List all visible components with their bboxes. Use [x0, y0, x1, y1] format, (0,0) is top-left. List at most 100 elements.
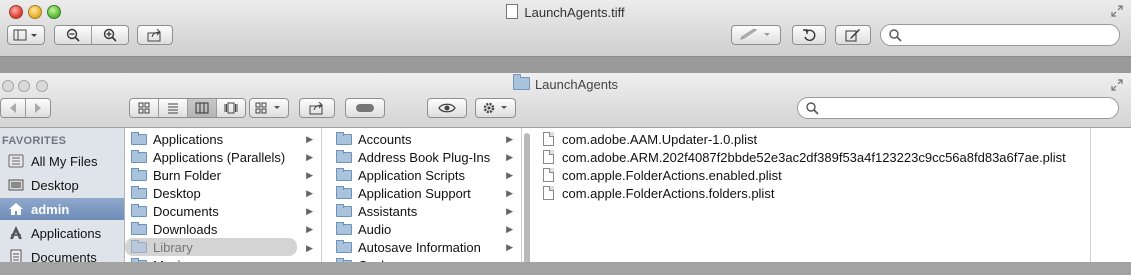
disclosure-arrow-icon: ▶	[506, 223, 513, 234]
list-item[interactable]: Audio ▶	[330, 220, 521, 238]
disclosure-arrow-icon: ▶	[506, 205, 513, 216]
finder-share-button[interactable]	[299, 98, 335, 118]
list-item[interactable]: Applications (Parallels) ▶	[125, 148, 321, 166]
finder-window-title: LaunchAgents	[0, 74, 1131, 92]
list-item[interactable]: com.adobe.AAM.Updater-1.0.plist	[537, 130, 1090, 148]
sidebar-item-desktop[interactable]: Desktop	[0, 174, 124, 196]
finder-search-field[interactable]	[797, 97, 1119, 119]
pencil-icon	[740, 29, 770, 40]
folder-icon	[336, 149, 352, 163]
tag-icon	[356, 104, 374, 112]
disclosure-arrow-icon: ▶	[506, 133, 513, 144]
column-launchagents: com.adobe.AAM.Updater-1.0.plist com.adob…	[537, 128, 1091, 275]
finder-search-icon	[806, 102, 819, 115]
column-view-button[interactable]	[188, 99, 217, 117]
annotate-button[interactable]	[731, 25, 781, 45]
list-view-button[interactable]	[159, 99, 188, 117]
list-item[interactable]: Autosave Information ▶	[330, 238, 521, 256]
disclosure-arrow-icon: ▶	[306, 187, 313, 198]
zoom-out-icon	[66, 28, 80, 42]
item-label: Desktop	[153, 185, 201, 201]
zoom-control[interactable]	[54, 25, 129, 45]
cover-flow-button[interactable]	[217, 99, 245, 117]
share-icon	[147, 28, 161, 41]
list-item[interactable]: Applications ▶	[125, 130, 321, 148]
list-item[interactable]: Accounts ▶	[330, 130, 521, 148]
window-bottom-edge	[0, 262, 1131, 275]
search-icon	[889, 29, 902, 42]
folder-icon	[336, 239, 352, 253]
forward-button[interactable]	[26, 99, 50, 117]
back-button[interactable]	[1, 99, 26, 117]
arrange-button[interactable]	[249, 98, 289, 118]
sidebar-item-all-my-files[interactable]: All My Files	[0, 150, 124, 172]
item-label: com.apple.FolderActions.enabled.plist	[562, 167, 782, 183]
list-item-selected[interactable]: Library	[125, 238, 297, 256]
finder-sidebar: FAVORITES All My Files Desktop admin App…	[0, 128, 125, 275]
sidebar-item-applications[interactable]: Applications	[0, 222, 124, 244]
preview-search-field[interactable]	[880, 24, 1120, 46]
preview-window-toolbar: LaunchAgents.tiff	[0, 0, 1131, 57]
list-item[interactable]: Downloads ▶	[125, 220, 321, 238]
forward-arrow-icon	[35, 103, 41, 113]
finder-fullscreen-icon[interactable]	[1111, 79, 1123, 91]
edit-tags-button[interactable]	[345, 98, 385, 118]
arrange-icon	[255, 102, 280, 114]
sidebar-item-admin[interactable]: admin	[0, 198, 124, 220]
plist-file-icon	[543, 150, 554, 164]
applications-icon	[7, 225, 25, 241]
icon-view-button[interactable]	[130, 99, 159, 117]
list-item[interactable]: Desktop ▶	[125, 184, 321, 202]
folder-icon	[131, 131, 147, 145]
folder-icon	[131, 221, 147, 235]
column-scrollbar[interactable]	[524, 133, 530, 275]
home-icon	[7, 201, 25, 217]
item-label: Audio	[358, 221, 392, 237]
item-label: com.adobe.AAM.Updater-1.0.plist	[562, 131, 758, 147]
view-mode-control[interactable]	[129, 98, 246, 118]
list-item[interactable]: com.apple.FolderActions.folders.plist	[537, 184, 1090, 202]
rotate-button[interactable]	[792, 25, 826, 45]
list-item[interactable]: com.adobe.ARM.202f4087f2bbde52e3ac2df389…	[537, 148, 1090, 166]
item-label: Autosave Information	[358, 239, 481, 255]
list-item[interactable]: Burn Folder ▶	[125, 166, 321, 184]
folder-icon	[131, 185, 147, 199]
document-icon	[506, 4, 519, 19]
share-button[interactable]	[137, 25, 173, 45]
folder-icon	[131, 149, 147, 163]
gear-icon	[483, 102, 507, 114]
disclosure-arrow-icon: ▶	[306, 169, 313, 180]
list-view-icon	[168, 103, 178, 114]
cover-flow-icon	[224, 102, 238, 114]
sidebar-item-label: All My Files	[31, 153, 98, 169]
disclosure-arrow-icon: ▶	[306, 243, 313, 253]
column-library: Accounts ▶ Address Book Plug-Ins ▶ Applica…	[330, 128, 522, 275]
finder-share-icon	[309, 101, 323, 114]
action-button[interactable]	[475, 98, 516, 118]
list-item[interactable]: Application Support ▶	[330, 184, 521, 202]
folder-icon	[131, 203, 147, 217]
back-forward-control[interactable]	[0, 98, 51, 118]
view-sidebar-button[interactable]	[7, 25, 45, 45]
item-label: com.apple.FolderActions.folders.plist	[562, 185, 775, 201]
list-item[interactable]: Documents ▶	[125, 202, 321, 220]
list-item[interactable]: Address Book Plug-Ins ▶	[330, 148, 521, 166]
plist-file-icon	[543, 132, 554, 146]
folder-icon	[131, 239, 147, 253]
disclosure-arrow-icon: ▶	[306, 151, 313, 162]
item-label: Downloads	[153, 221, 218, 237]
quick-look-button[interactable]	[427, 98, 467, 118]
fullscreen-icon[interactable]	[1111, 5, 1123, 17]
list-item[interactable]: com.apple.FolderActions.enabled.plist	[537, 166, 1090, 184]
plist-file-icon	[543, 186, 554, 200]
plist-file-icon	[543, 168, 554, 182]
zoom-out-button[interactable]	[55, 26, 92, 44]
disclosure-arrow-icon: ▶	[306, 223, 313, 234]
edit-button[interactable]	[835, 25, 871, 45]
favorites-heading: FAVORITES	[2, 135, 67, 147]
list-item[interactable]: Assistants ▶	[330, 202, 521, 220]
window-title-label: LaunchAgents.tiff	[524, 5, 625, 20]
list-item[interactable]: Application Scripts ▶	[330, 166, 521, 184]
zoom-in-button[interactable]	[92, 26, 128, 44]
sidebar-icon	[13, 29, 37, 41]
